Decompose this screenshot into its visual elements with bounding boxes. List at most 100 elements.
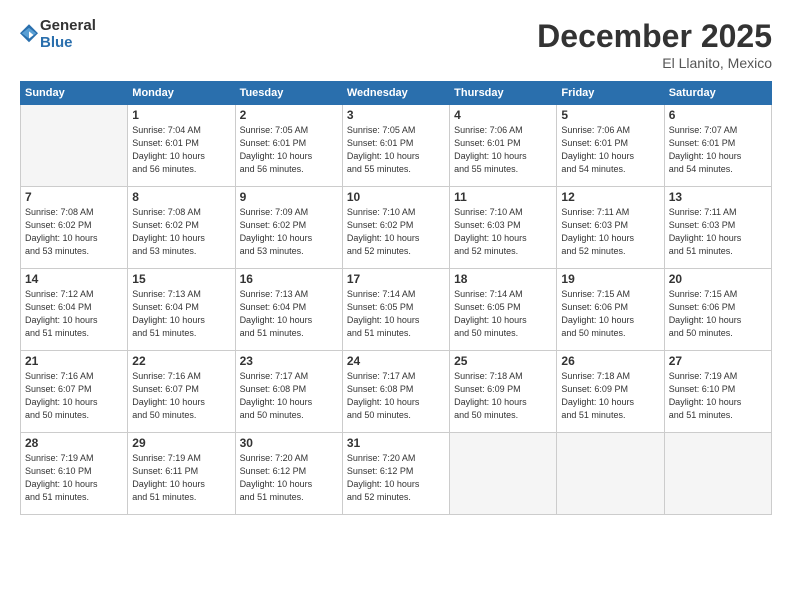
calendar-cell: 1 Sunrise: 7:04 AM Sunset: 6:01 PM Daylig… [128, 105, 235, 187]
calendar-cell: 20Sunrise: 7:15 AM Sunset: 6:06 PM Dayli… [664, 269, 771, 351]
day-info: Sunrise: 7:13 AM Sunset: 6:04 PM Dayligh… [240, 288, 338, 340]
day-number: 23 [240, 354, 338, 368]
logo-text: General Blue [40, 18, 96, 51]
day-number: 27 [669, 354, 767, 368]
logo: General Blue [20, 18, 96, 51]
calendar: SundayMondayTuesdayWednesdayThursdayFrid… [20, 81, 772, 515]
weekday-header-sunday: Sunday [21, 82, 128, 105]
day-number: 16 [240, 272, 338, 286]
calendar-cell: 10 Sunrise: 7:10 AM Sunset: 6:02 PM Dayli… [342, 187, 449, 269]
day-info: Sunrise: 7:17 AM Sunset: 6:08 PM Dayligh… [347, 370, 445, 422]
month-title: December 2025 [537, 18, 772, 55]
day-info: Sunrise: 7:20 AM Sunset: 6:12 PM Dayligh… [347, 452, 445, 504]
calendar-cell: 16 Sunrise: 7:13 AM Sunset: 6:04 PM Dayli… [235, 269, 342, 351]
day-info: Sunrise: 7:16 AM Sunset: 6:07 PM Dayligh… [132, 370, 230, 422]
day-info: Sunrise: 7:20 AM Sunset: 6:12 PM Dayligh… [240, 452, 338, 504]
logo-icon [20, 24, 38, 46]
day-info: Sunrise: 7:08 AM Sunset: 6:02 PM Dayligh… [132, 206, 230, 258]
day-info: Sunrise: 7:19 AM Sunset: 6:10 PM Dayligh… [669, 370, 767, 422]
day-number: 31 [347, 436, 445, 450]
day-info: Sunrise: 7:16 AM Sunset: 6:07 PM Dayligh… [25, 370, 123, 422]
day-number: 1 [132, 108, 230, 122]
day-info: Sunrise: 7:12 AM Sunset: 6:04 PM Dayligh… [25, 288, 123, 340]
day-info: Sunrise: 7:17 AM Sunset: 6:08 PM Dayligh… [240, 370, 338, 422]
day-info: Sunrise: 7:06 AM Sunset: 6:01 PM Dayligh… [561, 124, 659, 176]
day-number: 8 [132, 190, 230, 204]
calendar-cell [21, 105, 128, 187]
day-number: 7 [25, 190, 123, 204]
calendar-cell [557, 433, 664, 515]
title-block: December 2025 El Llanito, Mexico [537, 18, 772, 71]
day-number: 19 [561, 272, 659, 286]
day-number: 10 [347, 190, 445, 204]
logo-general: General [40, 18, 96, 35]
day-info: Sunrise: 7:18 AM Sunset: 6:09 PM Dayligh… [454, 370, 552, 422]
calendar-cell: 17Sunrise: 7:14 AM Sunset: 6:05 PM Dayli… [342, 269, 449, 351]
day-number: 29 [132, 436, 230, 450]
page: General Blue December 2025 El Llanito, M… [0, 0, 792, 612]
day-info: Sunrise: 7:19 AM Sunset: 6:11 PM Dayligh… [132, 452, 230, 504]
calendar-cell: 6Sunrise: 7:07 AM Sunset: 6:01 PM Daylig… [664, 105, 771, 187]
day-number: 21 [25, 354, 123, 368]
day-info: Sunrise: 7:13 AM Sunset: 6:04 PM Dayligh… [132, 288, 230, 340]
day-number: 13 [669, 190, 767, 204]
day-number: 26 [561, 354, 659, 368]
day-info: Sunrise: 7:11 AM Sunset: 6:03 PM Dayligh… [561, 206, 659, 258]
day-info: Sunrise: 7:11 AM Sunset: 6:03 PM Dayligh… [669, 206, 767, 258]
calendar-cell: 21 Sunrise: 7:16 AM Sunset: 6:07 PM Dayli… [21, 351, 128, 433]
weekday-header-saturday: Saturday [664, 82, 771, 105]
calendar-cell: 7 Sunrise: 7:08 AM Sunset: 6:02 PM Daylig… [21, 187, 128, 269]
day-info: Sunrise: 7:06 AM Sunset: 6:01 PM Dayligh… [454, 124, 552, 176]
day-info: Sunrise: 7:18 AM Sunset: 6:09 PM Dayligh… [561, 370, 659, 422]
day-info: Sunrise: 7:14 AM Sunset: 6:05 PM Dayligh… [347, 288, 445, 340]
day-number: 22 [132, 354, 230, 368]
week-row-4: 28 Sunrise: 7:19 AM Sunset: 6:10 PM Dayli… [21, 433, 772, 515]
calendar-cell: 26 Sunrise: 7:18 AM Sunset: 6:09 PM Dayli… [557, 351, 664, 433]
weekday-header-wednesday: Wednesday [342, 82, 449, 105]
day-info: Sunrise: 7:14 AM Sunset: 6:05 PM Dayligh… [454, 288, 552, 340]
day-info: Sunrise: 7:04 AM Sunset: 6:01 PM Dayligh… [132, 124, 230, 176]
day-number: 11 [454, 190, 552, 204]
day-number: 3 [347, 108, 445, 122]
day-info: Sunrise: 7:05 AM Sunset: 6:01 PM Dayligh… [347, 124, 445, 176]
day-number: 2 [240, 108, 338, 122]
day-number: 20 [669, 272, 767, 286]
day-info: Sunrise: 7:05 AM Sunset: 6:01 PM Dayligh… [240, 124, 338, 176]
day-number: 30 [240, 436, 338, 450]
day-number: 18 [454, 272, 552, 286]
calendar-cell: 11 Sunrise: 7:10 AM Sunset: 6:03 PM Dayli… [450, 187, 557, 269]
weekday-header-tuesday: Tuesday [235, 82, 342, 105]
calendar-cell: 3 Sunrise: 7:05 AM Sunset: 6:01 PM Daylig… [342, 105, 449, 187]
day-info: Sunrise: 7:15 AM Sunset: 6:06 PM Dayligh… [561, 288, 659, 340]
day-number: 15 [132, 272, 230, 286]
day-number: 24 [347, 354, 445, 368]
week-row-2: 14 Sunrise: 7:12 AM Sunset: 6:04 PM Dayli… [21, 269, 772, 351]
week-row-1: 7 Sunrise: 7:08 AM Sunset: 6:02 PM Daylig… [21, 187, 772, 269]
calendar-cell: 4Sunrise: 7:06 AM Sunset: 6:01 PM Daylig… [450, 105, 557, 187]
day-info: Sunrise: 7:19 AM Sunset: 6:10 PM Dayligh… [25, 452, 123, 504]
calendar-cell: 9Sunrise: 7:09 AM Sunset: 6:02 PM Daylig… [235, 187, 342, 269]
day-info: Sunrise: 7:08 AM Sunset: 6:02 PM Dayligh… [25, 206, 123, 258]
day-number: 14 [25, 272, 123, 286]
calendar-cell: 24 Sunrise: 7:17 AM Sunset: 6:08 PM Dayli… [342, 351, 449, 433]
calendar-body: 1 Sunrise: 7:04 AM Sunset: 6:01 PM Daylig… [21, 105, 772, 515]
day-info: Sunrise: 7:07 AM Sunset: 6:01 PM Dayligh… [669, 124, 767, 176]
calendar-cell: 12 Sunrise: 7:11 AM Sunset: 6:03 PM Dayli… [557, 187, 664, 269]
calendar-cell: 2 Sunrise: 7:05 AM Sunset: 6:01 PM Daylig… [235, 105, 342, 187]
calendar-cell: 27 Sunrise: 7:19 AM Sunset: 6:10 PM Dayli… [664, 351, 771, 433]
calendar-cell [450, 433, 557, 515]
calendar-cell: 23 Sunrise: 7:17 AM Sunset: 6:08 PM Dayli… [235, 351, 342, 433]
calendar-cell: 5Sunrise: 7:06 AM Sunset: 6:01 PM Daylig… [557, 105, 664, 187]
calendar-cell: 13 Sunrise: 7:11 AM Sunset: 6:03 PM Dayli… [664, 187, 771, 269]
day-number: 9 [240, 190, 338, 204]
calendar-cell: 18 Sunrise: 7:14 AM Sunset: 6:05 PM Dayli… [450, 269, 557, 351]
day-info: Sunrise: 7:10 AM Sunset: 6:02 PM Dayligh… [347, 206, 445, 258]
weekday-header-row: SundayMondayTuesdayWednesdayThursdayFrid… [21, 82, 772, 105]
location: El Llanito, Mexico [537, 55, 772, 71]
weekday-header-monday: Monday [128, 82, 235, 105]
day-number: 28 [25, 436, 123, 450]
calendar-cell: 14 Sunrise: 7:12 AM Sunset: 6:04 PM Dayli… [21, 269, 128, 351]
calendar-cell [664, 433, 771, 515]
day-number: 12 [561, 190, 659, 204]
day-info: Sunrise: 7:10 AM Sunset: 6:03 PM Dayligh… [454, 206, 552, 258]
